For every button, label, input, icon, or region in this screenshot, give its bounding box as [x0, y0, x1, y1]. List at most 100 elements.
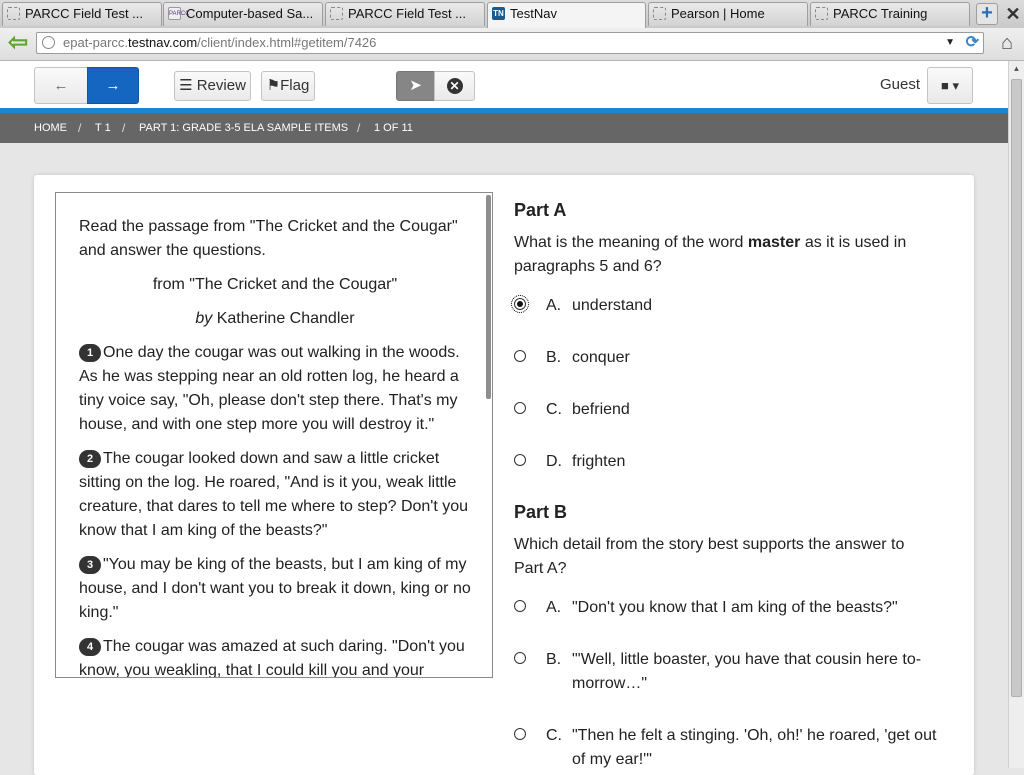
option-text: conquer: [572, 349, 630, 366]
user-menu-button[interactable]: ■ ▾: [927, 67, 973, 104]
option-text: "Then he felt a stinging. 'Oh, oh!' he r…: [572, 727, 937, 768]
paragraph-number: 2: [79, 450, 101, 468]
tab-label: TestNav: [510, 6, 557, 21]
paragraph-text: One day the cougar was out walking in th…: [79, 344, 460, 433]
blank-page-icon: [7, 7, 20, 20]
list-icon: ☰: [179, 77, 193, 94]
breadcrumb-separator: /: [357, 121, 361, 135]
globe-icon: [42, 36, 55, 49]
part-a-heading: Part A: [514, 200, 567, 220]
passage-text: Read the passage from "The Cricket and t…: [79, 215, 471, 677]
breadcrumb-separator: /: [122, 121, 126, 135]
radio-button[interactable]: [514, 402, 526, 414]
passage-author: Katherine Chandler: [216, 310, 355, 327]
radio-button[interactable]: [514, 728, 526, 740]
passage-paragraph: 4 The cougar was amazed at such daring. "…: [79, 635, 471, 677]
reload-icon[interactable]: ⟳: [966, 34, 979, 52]
option-text: understand: [572, 297, 653, 314]
scroll-up-arrow-icon[interactable]: ▲: [1009, 61, 1024, 77]
option-text: befriend: [572, 401, 630, 418]
paragraph-text: The cougar looked down and saw a little …: [79, 450, 469, 539]
passage-byline: by Katherine Chandler: [79, 307, 471, 331]
url-path: /client/index.html#getitem/7426: [197, 35, 377, 50]
browser-tab-computer-based-sample[interactable]: PARCC Computer-based Sa...: [163, 2, 323, 26]
passage-paragraph: 1 One day the cougar was out walking in t…: [79, 341, 471, 437]
breadcrumb-item-test[interactable]: T 1: [95, 113, 111, 143]
back-arrow-icon[interactable]: ⇦: [6, 31, 30, 56]
next-button[interactable]: →: [87, 67, 139, 104]
passage-paragraph: 2 The cougar looked down and saw a little…: [79, 447, 471, 543]
testnav-toolbar: [0, 61, 1008, 109]
paragraph-number: 1: [79, 344, 101, 362]
testnav-icon: TN: [492, 7, 505, 20]
option-letter: C.: [546, 401, 562, 418]
option-text: "Don't you know that I am king of the be…: [572, 599, 898, 616]
passage-title: from "The Cricket and the Cougar": [152, 276, 398, 293]
browser-tab-testnav[interactable]: TN TestNav: [487, 2, 646, 28]
paragraph-text: "You may be king of the beasts, but I am…: [79, 556, 471, 621]
breadcrumb-item-part[interactable]: PART 1: GRADE 3-5 ELA SAMPLE ITEMS: [139, 113, 348, 143]
arrow-right-icon: →: [105, 77, 121, 94]
tab-label: PARCC Field Test ...: [348, 6, 466, 21]
prompt-keyword: master: [747, 234, 801, 251]
cursor-arrow-icon: ➤: [409, 77, 422, 94]
user-icon: ■: [940, 78, 949, 93]
parcc-logo-icon: PARCC: [168, 7, 190, 20]
tab-label: PARCC Field Test ...: [25, 6, 143, 21]
paragraph-number: 4: [79, 638, 101, 656]
flag-button[interactable]: ⚑Flag: [261, 71, 315, 101]
breadcrumb-item-home[interactable]: HOME: [34, 113, 67, 143]
new-tab-plus-icon[interactable]: +: [976, 3, 998, 25]
radio-button[interactable]: [514, 454, 526, 466]
caret-down-icon: ▾: [952, 78, 959, 93]
prompt-text: What is the meaning of the word: [514, 234, 748, 251]
answer-eliminator-button[interactable]: ✕: [434, 71, 475, 101]
tab-label: PARCC Training: [833, 6, 928, 21]
byline-by: by: [195, 310, 213, 327]
url-domain: testnav.com: [128, 35, 198, 50]
radio-button[interactable]: [511, 295, 529, 313]
home-icon[interactable]: ⌂: [996, 31, 1018, 55]
blank-page-icon: [815, 7, 828, 20]
part-b-heading: Part B: [514, 502, 568, 522]
browser-tab-parcc-field-test-2[interactable]: PARCC Field Test ...: [325, 2, 485, 26]
option-text: "'Well, little boaster, you have that co…: [572, 651, 922, 692]
blank-page-icon: [330, 7, 343, 20]
paragraph-number: 3: [79, 556, 101, 574]
page-scrollbar[interactable]: ▲: [1008, 61, 1024, 768]
user-name: Guest: [880, 76, 921, 93]
close-icon[interactable]: ✕: [1003, 3, 1023, 25]
browser-tab-bar: PARCC Field Test ... PARCC Computer-base…: [0, 0, 1024, 29]
passage-paragraph: 3 "You may be king of the beasts, but I a…: [79, 553, 471, 625]
review-button[interactable]: ☰ Review: [174, 71, 251, 101]
option-letter: B.: [546, 349, 562, 366]
chevron-down-icon[interactable]: ▼: [945, 33, 955, 53]
passage-scrollbar[interactable]: [486, 195, 491, 399]
option-letter: A.: [546, 599, 562, 616]
browser-tab-parcc-field-test-1[interactable]: PARCC Field Test ...: [2, 2, 162, 26]
tab-label: Pearson | Home: [671, 6, 765, 21]
option-letter: C.: [546, 727, 562, 744]
arrow-left-icon: ←: [53, 77, 69, 94]
blank-page-icon: [653, 7, 666, 20]
previous-button[interactable]: ←: [34, 67, 88, 104]
flag-icon: ⚑: [266, 77, 281, 94]
radio-button[interactable]: [514, 652, 526, 664]
option-letter: D.: [546, 453, 562, 470]
breadcrumb-item-position: 1 OF 11: [374, 122, 413, 134]
breadcrumb-separator: /: [78, 121, 82, 135]
passage-intro: Read the passage from "The Cricket and t…: [79, 218, 458, 259]
pointer-tool-button[interactable]: ➤: [396, 71, 435, 101]
radio-button[interactable]: [514, 600, 526, 612]
option-text: frighten: [572, 453, 626, 470]
option-letter: B.: [546, 651, 562, 668]
radio-button[interactable]: [514, 350, 526, 362]
browser-tab-pearson-home[interactable]: Pearson | Home: [648, 2, 808, 26]
browser-tab-parcc-training[interactable]: PARCC Training: [810, 2, 970, 26]
url-prefix: epat-parcc.: [63, 35, 129, 50]
address-bar[interactable]: epat-parcc.testnav.com/client/index.html…: [36, 32, 984, 54]
passage-panel: Read the passage from "The Cricket and t…: [55, 192, 493, 678]
scrollbar-thumb[interactable]: [1011, 79, 1022, 697]
part-a-prompt: What is the meaning of the word master a…: [514, 231, 934, 279]
flag-label: Flag: [280, 77, 310, 94]
